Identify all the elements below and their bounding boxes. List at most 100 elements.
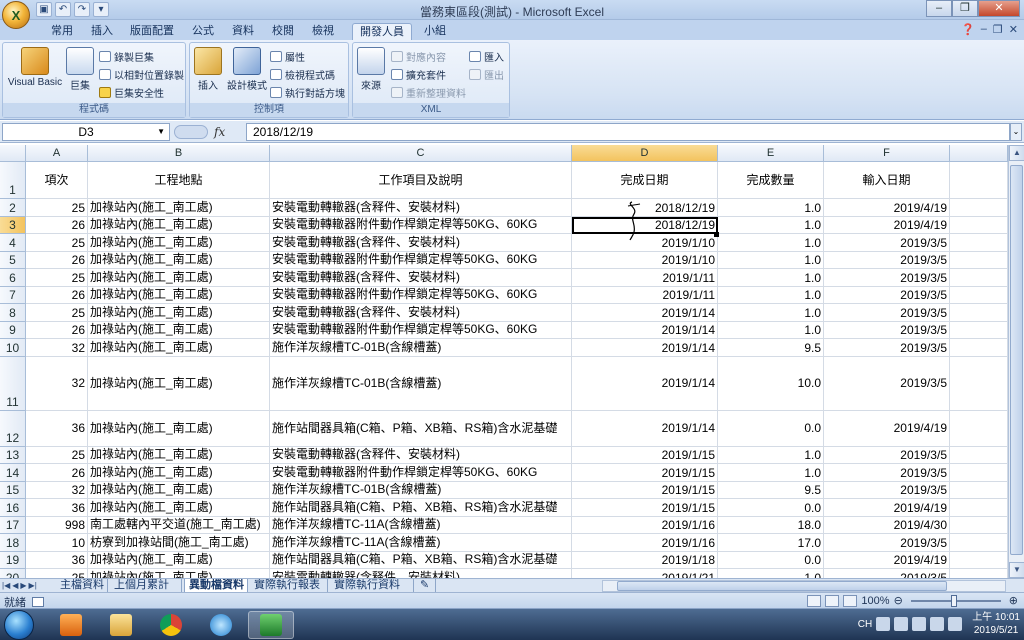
fill-handle[interactable] (714, 232, 719, 237)
table-cell[interactable] (950, 516, 1008, 534)
macros-button[interactable]: 巨集 (65, 47, 95, 92)
table-cell[interactable]: 2019/1/14 (572, 339, 718, 357)
table-cell[interactable]: 26 (26, 251, 88, 269)
table-cell[interactable]: 加祿站內(施工_南工處) (88, 481, 270, 499)
header-cell[interactable]: 工作項目及說明 (270, 162, 572, 199)
next-sheet-icon[interactable]: ▶ (20, 579, 26, 592)
table-cell[interactable]: 加祿站內(施工_南工處) (88, 234, 270, 252)
table-cell[interactable]: 南工處轄內平交道(施工_南工處) (88, 516, 270, 534)
row-header[interactable]: 8 (0, 304, 26, 322)
table-cell[interactable]: 2019/1/11 (572, 286, 718, 304)
table-cell[interactable]: 32 (26, 481, 88, 499)
table-cell[interactable] (950, 199, 1008, 217)
table-cell[interactable]: 2019/1/15 (572, 481, 718, 499)
table-cell[interactable]: 2019/3/5 (824, 286, 950, 304)
table-cell[interactable]: 2019/1/16 (572, 534, 718, 552)
table-cell[interactable] (950, 251, 1008, 269)
table-cell[interactable]: 25 (26, 234, 88, 252)
table-cell[interactable]: 0.0 (718, 499, 824, 517)
table-cell[interactable]: 安裝電動轉轍器(含释件、安裝材料) (270, 269, 572, 287)
start-button[interactable] (4, 610, 34, 640)
system-clock[interactable]: 上午 10:01 2019/5/21 (972, 611, 1020, 637)
row-header[interactable]: 11 (0, 356, 26, 411)
table-cell[interactable]: 施作洋灰線槽TC-01B(含線槽蓋) (270, 481, 572, 499)
table-cell[interactable]: 施作站間器具箱(C箱、P箱、XB箱、RS箱)含水泥基礎 (270, 551, 572, 569)
visual-basic-button[interactable]: Visual Basic (7, 47, 63, 88)
table-cell[interactable]: 加祿站內(施工_南工處) (88, 446, 270, 464)
table-cell[interactable]: 2019/3/5 (824, 481, 950, 499)
table-cell[interactable]: 17.0 (718, 534, 824, 552)
table-cell[interactable]: 加祿站內(施工_南工處) (88, 499, 270, 517)
insert-function-icon[interactable]: fx (214, 125, 225, 139)
table-cell[interactable]: 2019/3/5 (824, 446, 950, 464)
table-cell[interactable]: 2019/4/19 (824, 551, 950, 569)
table-cell[interactable] (950, 286, 1008, 304)
table-cell[interactable] (950, 234, 1008, 252)
table-cell[interactable]: 32 (26, 356, 88, 411)
ime-mode-icon[interactable] (876, 617, 891, 631)
horizontal-scrollbar[interactable] (602, 580, 1006, 592)
row-header[interactable]: 18 (0, 534, 26, 552)
table-cell[interactable]: 1.0 (718, 269, 824, 287)
table-cell[interactable]: 施作站間器具箱(C箱、P箱、XB箱、RS箱)含水泥基礎 (270, 499, 572, 517)
column-header-d[interactable]: D (572, 145, 718, 162)
row-header[interactable]: 4 (0, 234, 26, 252)
zoom-out-icon[interactable]: ⊖ (894, 594, 903, 607)
table-cell[interactable]: 2019/1/14 (572, 410, 718, 447)
column-header-c[interactable]: C (270, 145, 572, 162)
map-properties-button[interactable]: 對應內容 (391, 49, 446, 64)
spreadsheet-grid[interactable]: A B C D E F 1 項次 工程地點 工作項目及說明 完成日期 完成數量 輸入日期 2 25 加祿站內(… (0, 145, 1008, 578)
table-cell[interactable] (950, 551, 1008, 569)
header-cell[interactable]: 完成日期 (572, 162, 718, 199)
tab-insert[interactable]: 插入 (84, 23, 120, 40)
macro-security-button[interactable]: 巨集安全性 (99, 85, 164, 100)
table-cell[interactable] (950, 321, 1008, 339)
table-cell[interactable]: 施作站間器具箱(C箱、P箱、XB箱、RS箱)含水泥基礎 (270, 410, 572, 447)
table-cell[interactable]: 枋寮到加祿站間(施工_南工處) (88, 534, 270, 552)
table-cell[interactable]: 2019/1/14 (572, 356, 718, 411)
table-cell[interactable]: 1.0 (718, 234, 824, 252)
table-cell[interactable]: 10 (26, 534, 88, 552)
tab-team[interactable]: 小組 (418, 23, 452, 40)
table-cell[interactable]: 安裝電動轉轍器附件動作桿鎖定桿等50KG、60KG (270, 251, 572, 269)
table-cell[interactable]: 2019/1/14 (572, 321, 718, 339)
zoom-slider-thumb[interactable] (950, 594, 957, 607)
row-header[interactable]: 9 (0, 321, 26, 339)
table-cell[interactable]: 2019/1/16 (572, 516, 718, 534)
table-cell[interactable]: 2019/1/15 (572, 464, 718, 482)
export-button[interactable]: 匯出 (469, 67, 504, 82)
header-cell[interactable]: 項次 (26, 162, 88, 199)
table-cell[interactable]: 2019/1/11 (572, 269, 718, 287)
sheet-tab-last-month[interactable]: 上個月累計 (110, 579, 182, 593)
expansion-packs-button[interactable]: 擴充套件 (391, 67, 446, 82)
table-cell[interactable]: 加祿站內(施工_南工處) (88, 356, 270, 411)
table-cell[interactable] (950, 304, 1008, 322)
insert-sheet-icon[interactable]: ✎ (416, 579, 436, 593)
scroll-up-icon[interactable]: ▲ (1009, 145, 1024, 161)
table-cell[interactable]: 加祿站內(施工_南工處) (88, 410, 270, 447)
insert-control-button[interactable]: 插入 (194, 47, 222, 92)
table-cell[interactable]: 加祿站內(施工_南工處) (88, 321, 270, 339)
table-cell[interactable]: 36 (26, 499, 88, 517)
sheet-tab-actual-data[interactable]: 實際執行資料 (330, 579, 414, 593)
vertical-scrollbar[interactable]: ▲ ▼ (1008, 145, 1024, 578)
table-cell[interactable] (950, 464, 1008, 482)
table-cell[interactable] (950, 481, 1008, 499)
select-all-button[interactable] (0, 145, 26, 162)
table-cell[interactable]: 加祿站內(施工_南工處) (88, 286, 270, 304)
tab-review[interactable]: 校閱 (266, 23, 300, 40)
table-cell[interactable]: 25 (26, 269, 88, 287)
table-cell[interactable]: 安裝電動轉轍器附件動作桿鎖定桿等50KG、60KG (270, 321, 572, 339)
row-header[interactable]: 10 (0, 339, 26, 357)
view-code-button[interactable]: 檢視程式碼 (270, 67, 335, 82)
table-cell[interactable]: 2019/4/19 (824, 410, 950, 447)
table-cell[interactable]: 1.0 (718, 446, 824, 464)
table-cell[interactable]: 安裝電動轉轍器(含释件、安裝材料) (270, 569, 572, 578)
table-cell[interactable]: 0.0 (718, 410, 824, 447)
table-cell[interactable]: 10.0 (718, 356, 824, 411)
expand-formula-icon[interactable]: ⌄ (1010, 123, 1022, 141)
table-cell[interactable]: 2019/1/21 (572, 569, 718, 578)
last-sheet-icon[interactable]: ▶| (29, 579, 37, 592)
table-cell[interactable]: 2019/3/5 (824, 569, 950, 578)
sheet-tab-actual-report[interactable]: 實際執行報表 (250, 579, 328, 593)
